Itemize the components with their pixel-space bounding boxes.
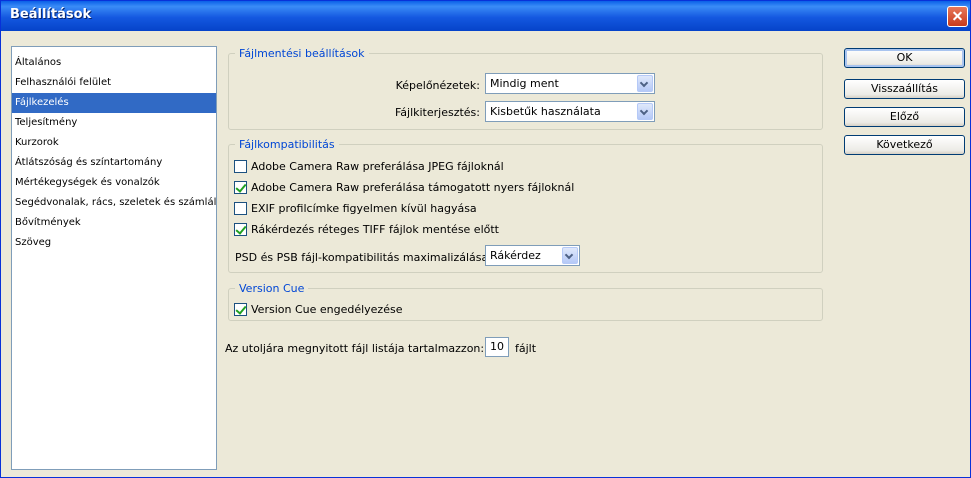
previews-select[interactable]: Mindig ment [485, 73, 655, 94]
maximize-compat-select[interactable]: Rákérdez [485, 245, 580, 266]
sidebar-item-type[interactable]: Szöveg [12, 233, 216, 253]
ignore-exif-label: EXIF profilcímke figyelmen kívül hagyása [251, 202, 477, 215]
ask-tiff-checkbox[interactable] [234, 223, 247, 236]
sidebar-item-general[interactable]: Általános [12, 53, 216, 73]
extension-label: Fájlkiterjesztés: [394, 106, 480, 119]
file-compatibility-legend: Fájlkompatibilitás [239, 138, 335, 151]
chevron-down-icon[interactable] [562, 247, 578, 264]
window-title: Beállítások [10, 7, 92, 22]
camera-raw-raw-checkbox[interactable] [234, 181, 247, 194]
close-icon[interactable] [947, 6, 968, 27]
category-list[interactable]: Általános Felhasználói felület Fájlkezel… [11, 46, 217, 470]
sidebar-item-units-rulers[interactable]: Mértékegységek és vonalzók [12, 173, 216, 193]
previews-label: Képelőnézetek: [395, 79, 480, 92]
sidebar-item-interface[interactable]: Felhasználói felület [12, 73, 216, 93]
maximize-compat-label: PSD és PSB fájl-kompatibilitás maximaliz… [235, 251, 492, 264]
ask-tiff-label: Rákérdezés réteges TIFF fájlok mentése e… [251, 223, 499, 236]
next-button[interactable]: Következő [844, 135, 965, 155]
sidebar-item-file-handling[interactable]: Fájlkezelés [12, 93, 216, 113]
extension-select[interactable]: Kisbetűk használata [485, 101, 655, 122]
sidebar-item-plugins[interactable]: Bővítmények [12, 213, 216, 233]
preferences-window: Beállítások Általános Felhasználói felül… [0, 0, 971, 478]
title-bar[interactable]: Beállítások [1, 1, 970, 31]
camera-raw-jpeg-checkbox[interactable] [234, 160, 247, 173]
version-cue-legend: Version Cue [239, 282, 305, 295]
reset-button[interactable]: Visszaállítás [844, 79, 965, 99]
chevron-down-icon[interactable] [637, 103, 653, 120]
version-cue-label: Version Cue engedélyezése [251, 303, 403, 316]
maximize-compat-value: Rákérdez [490, 249, 541, 262]
extension-value: Kisbetűk használata [490, 105, 601, 118]
recent-files-suffix: fájlt [515, 342, 537, 355]
file-save-legend: Fájlmentési beállítások [239, 47, 365, 60]
ignore-exif-checkbox[interactable] [234, 202, 247, 215]
sidebar-item-transparency-gamut[interactable]: Átlátszóság és színtartomány [12, 153, 216, 173]
sidebar-item-guides-grid[interactable]: Segédvonalak, rács, szeletek és számlálá… [12, 193, 216, 213]
chevron-down-icon[interactable] [637, 75, 653, 92]
sidebar-item-performance[interactable]: Teljesítmény [12, 113, 216, 133]
previews-value: Mindig ment [490, 77, 559, 90]
recent-files-input[interactable]: 10 [485, 337, 509, 357]
sidebar-item-cursors[interactable]: Kurzorok [12, 133, 216, 153]
version-cue-checkbox[interactable] [234, 303, 247, 316]
ok-button[interactable]: OK [844, 48, 965, 68]
recent-files-label: Az utoljára megnyitott fájl listája tart… [225, 342, 485, 355]
previous-button[interactable]: Előző [844, 107, 965, 127]
camera-raw-jpeg-label: Adobe Camera Raw preferálása JPEG fájlok… [251, 160, 504, 173]
camera-raw-raw-label: Adobe Camera Raw preferálása támogatott … [251, 181, 575, 194]
